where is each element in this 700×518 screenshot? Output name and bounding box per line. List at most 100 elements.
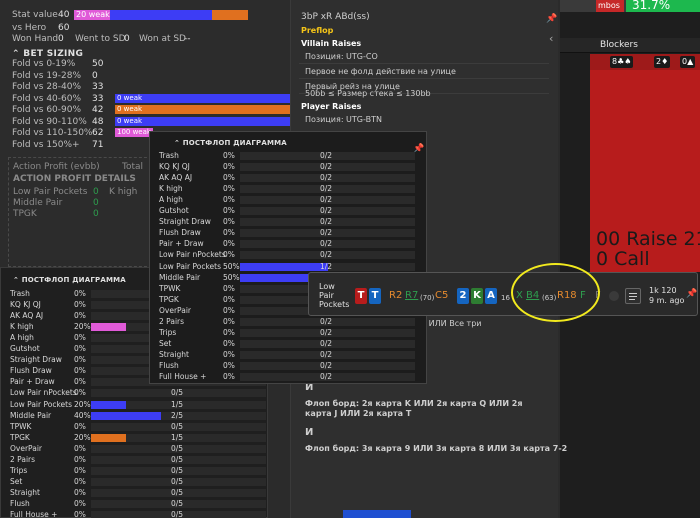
bet-sizing-value: 50 bbox=[92, 59, 104, 69]
stakes-label: 1k 120 bbox=[649, 286, 677, 295]
diagram-row: 2 Pairs 0% 0/2 bbox=[150, 316, 428, 327]
ap-row-label: Middle Pair bbox=[13, 198, 63, 208]
row-category: Flush Draw bbox=[159, 228, 201, 238]
row-percent: 0% bbox=[223, 305, 235, 315]
condition-line: 50bb ≤ Размер стека ≤ 130bb bbox=[305, 89, 431, 98]
row-category: Pair + Draw bbox=[10, 377, 55, 387]
row-fraction: 1/2 bbox=[320, 261, 333, 271]
diagram-row: KQ KJ QJ 0% 0/2 bbox=[150, 161, 428, 172]
row-category: K high bbox=[10, 322, 34, 332]
bet-sizing-value: 42 bbox=[92, 105, 104, 115]
row-bar-fill bbox=[91, 323, 126, 332]
chevron-left-icon[interactable]: ‹ bbox=[549, 32, 553, 45]
row-category: 2 Pairs bbox=[10, 454, 36, 464]
row-category: Low Pair Pockets bbox=[10, 399, 72, 409]
row-category: Straight Draw bbox=[159, 217, 211, 227]
bet-sizing-header[interactable]: ⌃ BET SIZING bbox=[12, 49, 83, 59]
pin-icon[interactable]: 📌 bbox=[546, 14, 557, 24]
row-bar-fill bbox=[240, 262, 328, 271]
row-percent: 0% bbox=[74, 476, 86, 486]
row-fraction: 0/2 bbox=[320, 162, 333, 172]
row-category: Gutshot bbox=[10, 344, 40, 354]
bet-sizing-value: 0 bbox=[92, 71, 98, 81]
weak-bar: 100 weak bbox=[115, 128, 153, 137]
bet-sizing-label: Fold vs 90-110% bbox=[12, 117, 87, 127]
row-category: TPWK bbox=[159, 283, 181, 293]
row-category: Pair + Draw bbox=[159, 239, 204, 249]
diagram-row: Low Pair nPockets 0% 0/2 bbox=[150, 249, 428, 260]
bet-sizing-label: Fold vs 0-19% bbox=[12, 59, 76, 69]
row-fraction: 0/2 bbox=[320, 217, 333, 227]
row-category: Set bbox=[10, 476, 23, 486]
bet-sizing-label: Fold vs 19-28% bbox=[12, 71, 82, 81]
flop-condition: Флоп борд: 3я карта 9 ИЛИ 3я карта 8 ИЛИ… bbox=[305, 444, 568, 453]
hole-card: T bbox=[369, 288, 381, 304]
weak-bar: 0 weak bbox=[115, 117, 295, 126]
call-label: 0 Call bbox=[596, 248, 650, 270]
row-percent: 0% bbox=[74, 421, 86, 431]
diagram-row: Straight Draw 0% 0/2 bbox=[150, 216, 428, 227]
pin-icon[interactable]: 📌 bbox=[686, 289, 697, 299]
row-category: Middle Pair bbox=[159, 272, 201, 282]
row-fraction: 0/2 bbox=[320, 360, 333, 370]
diagram-row: Trips 0% 0/2 bbox=[150, 327, 428, 338]
blue-button-edge[interactable] bbox=[343, 510, 411, 518]
row-percent: 0% bbox=[74, 355, 86, 365]
background-app-window: mbos 31.7% Blockers 8♣♠ 2♦ 0▲ 00 Raise 2… bbox=[560, 0, 700, 518]
row-percent: 0% bbox=[223, 360, 235, 370]
row-percent: 50% bbox=[223, 261, 240, 271]
background-tab-red[interactable]: mbos bbox=[596, 0, 624, 12]
row-percent: 0% bbox=[223, 195, 235, 205]
raise-label: 00 Raise 21 bbox=[596, 228, 700, 250]
row-category: KQ KJ QJ bbox=[10, 300, 41, 310]
notes-icon[interactable] bbox=[625, 288, 641, 304]
stat-value: 40 bbox=[58, 10, 70, 20]
flop-condition: Флоп борд: 2я карта K ИЛИ 2я карта Q ИЛИ… bbox=[305, 399, 523, 418]
row-percent: 40% bbox=[74, 410, 91, 420]
popup-title: ⌃ ПОСТФЛОП ДИАГРАММА bbox=[174, 139, 287, 147]
row-category: Trips bbox=[10, 465, 28, 475]
row-category: Flush bbox=[159, 360, 179, 370]
background-tab-green[interactable]: 31.7% bbox=[626, 0, 700, 12]
row-percent: 0% bbox=[223, 173, 235, 183]
vs-hero-label: vs Hero bbox=[12, 23, 47, 33]
row-percent: 0% bbox=[223, 349, 235, 359]
row-percent: 0% bbox=[223, 206, 235, 216]
row-category: Gutshot bbox=[159, 206, 189, 216]
row-percent: 0% bbox=[223, 338, 235, 348]
row-category: Flush bbox=[10, 498, 30, 508]
diagram-row: Gutshot 0% 0/2 bbox=[150, 205, 428, 216]
bet-sizing-value: 48 bbox=[92, 117, 104, 127]
row-category: Trash bbox=[10, 289, 30, 298]
diagram-row: Pair + Draw 0% 0/2 bbox=[150, 238, 428, 249]
blocker-card: 8♣♠ bbox=[610, 56, 634, 68]
and-separator: И bbox=[305, 427, 314, 438]
diagram-row: Set 0% 0/2 bbox=[150, 338, 428, 349]
row-category: Full House + bbox=[159, 372, 207, 381]
row-percent: 0% bbox=[223, 184, 235, 194]
diagram-row: Middle Pair 40% 2/5 bbox=[1, 410, 269, 421]
action-profit-details-title: ACTION PROFIT DETAILS bbox=[13, 174, 136, 184]
ap-row-label: K high bbox=[109, 187, 138, 197]
row-fraction: 0/2 bbox=[320, 173, 333, 183]
row-category: Low Pair nPockets bbox=[159, 250, 226, 260]
popup-rows: Trash 0% 0/2 KQ KJ QJ 0% 0/2 AK AQ AJ 0% 0/2 K hi… bbox=[150, 150, 428, 382]
row-fraction: 0/2 bbox=[320, 239, 333, 249]
row-fraction: 0/5 bbox=[171, 388, 184, 398]
row-category: Full House + bbox=[10, 510, 58, 518]
row-fraction: 0/2 bbox=[320, 327, 333, 337]
diagram-row: Set 0% 0/5 bbox=[1, 476, 269, 487]
hand-history-tooltip[interactable]: Low Pair Pockets T T R2 R7 (70) C5 2 K A… bbox=[308, 272, 698, 316]
row-fraction: 0/2 bbox=[320, 195, 333, 205]
ap-row-label: Low Pair Pockets bbox=[13, 187, 88, 197]
board-card: K bbox=[471, 288, 483, 304]
row-percent: 0% bbox=[223, 294, 235, 304]
row-percent: 0% bbox=[223, 239, 235, 249]
row-fraction: 0/5 bbox=[171, 443, 184, 453]
villain-raises-header: Villain Raises bbox=[301, 39, 362, 48]
row-fraction: 0/5 bbox=[171, 465, 184, 475]
bet-sizing-label: Fold vs 110-150% bbox=[12, 128, 93, 138]
went-sd-label: Went to SD bbox=[75, 34, 126, 44]
row-category: AK AQ AJ bbox=[10, 311, 44, 321]
row-percent: 20% bbox=[74, 322, 91, 332]
